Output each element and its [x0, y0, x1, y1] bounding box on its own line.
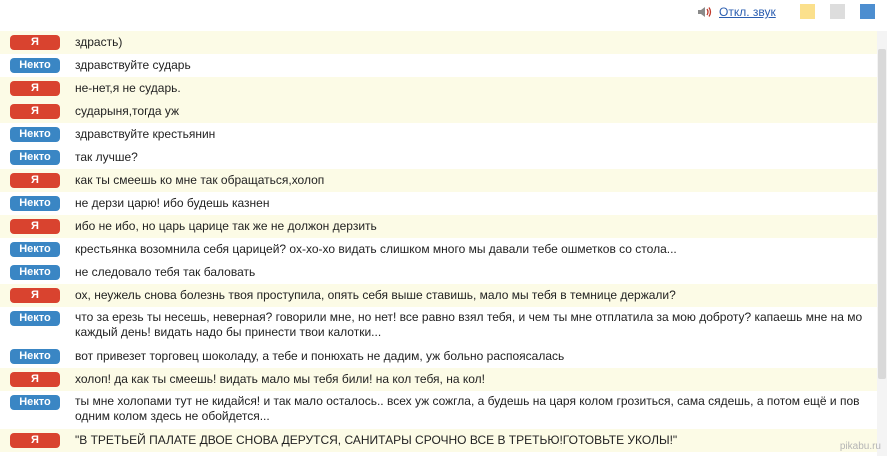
- chat-message: Я "В ТРЕТЬЕЙ ПАЛАТЕ ДВОЕ СНОВА ДЕРУТСЯ, С…: [0, 429, 877, 452]
- message-text: вот привезет торговец шоколаду, а тебе и…: [75, 349, 565, 363]
- sender-badge-me: Я: [10, 35, 60, 50]
- chat-message: Некто что за ерезь ты несешь, неверная? г…: [0, 307, 877, 345]
- sender-badge-me: Я: [10, 104, 60, 119]
- message-text: не следовало тебя так баловать: [75, 265, 256, 279]
- chat-message: Яхолоп! да как ты смеешь! видать мало мы…: [0, 368, 877, 391]
- chat-message: Некто вот привезет торговец шоколаду, а т…: [0, 345, 877, 368]
- message-text: холоп! да как ты смеешь! видать мало мы …: [75, 372, 485, 386]
- chat-message: Некто не дерзи царю! ибо будешь казнен: [0, 192, 877, 215]
- message-text: так лучше?: [75, 150, 138, 164]
- scrollbar-thumb[interactable]: [878, 49, 886, 379]
- message-text: сударыня,тогда уж: [75, 104, 180, 118]
- message-text: как ты смеешь ко мне так обращаться,холо…: [75, 173, 325, 187]
- sender-badge-stranger: Некто: [10, 150, 60, 165]
- sender-badge-stranger: Некто: [10, 127, 60, 142]
- theme-blue-button[interactable]: [860, 4, 875, 19]
- chat-scrollbar[interactable]: [877, 31, 887, 456]
- message-text: ибо не ибо, но царь царице так же не дол…: [75, 219, 377, 233]
- message-text: здравствуйте сударь: [75, 58, 191, 72]
- message-text: здрасть): [75, 35, 123, 49]
- theme-yellow-button[interactable]: [800, 4, 815, 19]
- sound-toggle[interactable]: Откл. звук: [697, 5, 776, 19]
- sender-badge-me: Я: [10, 173, 60, 188]
- chat-message: Некто так лучше?: [0, 146, 877, 169]
- speaker-icon: [698, 7, 712, 17]
- sender-badge-me: Я: [10, 219, 60, 234]
- message-text: ох, неужель снова болезнь твоя проступил…: [75, 288, 676, 302]
- chat-message: Яибо не ибо, но царь царице так же не до…: [0, 215, 877, 238]
- chat-message: Некто здравствуйте сударь: [0, 54, 877, 77]
- sender-badge-stranger: Некто: [10, 349, 60, 364]
- chat-message: Яздрасть): [0, 31, 877, 54]
- sender-badge-me: Я: [10, 288, 60, 303]
- message-text: не дерзи царю! ибо будешь казнен: [75, 196, 270, 210]
- message-text: крестьянка возомнила себя царицей? ох-хо…: [75, 242, 677, 256]
- chat-message: Некто крестьянка возомнила себя царицей? …: [0, 238, 877, 261]
- sender-badge-stranger: Некто: [10, 196, 60, 211]
- chat-message: Некто здравствуйте крестьянин: [0, 123, 877, 146]
- top-toolbar: Откл. звук: [0, 0, 887, 30]
- chat-log[interactable]: Яздрасть) Некто здравствуйте сударь Яне-нет…: [0, 31, 877, 456]
- chat-message: Яох, неужель снова болезнь твоя проступи…: [0, 284, 877, 307]
- message-text: не-нет,я не сударь.: [75, 81, 181, 95]
- sender-badge-stranger: Некто: [10, 58, 60, 73]
- sender-badge-me: Я: [10, 81, 60, 96]
- sender-badge-stranger: Некто: [10, 311, 60, 326]
- chat-message: Яне-нет,я не сударь.: [0, 77, 877, 100]
- message-text: здравствуйте крестьянин: [75, 127, 216, 141]
- sender-badge-me: Я: [10, 372, 60, 387]
- mute-sound-link[interactable]: Откл. звук: [719, 5, 776, 19]
- message-text: ты мне холопами тут не кидайся! и так ма…: [75, 394, 860, 423]
- watermark: pikabu.ru: [839, 441, 881, 452]
- theme-gray-button[interactable]: [830, 4, 845, 19]
- chat-message: Ясударыня,тогда уж: [0, 100, 877, 123]
- message-text: что за ерезь ты несешь, неверная? говори…: [75, 310, 863, 339]
- chat-message: Некто ты мне холопами тут не кидайся! и т…: [0, 391, 877, 429]
- sender-badge-stranger: Некто: [10, 265, 60, 280]
- message-text: "В ТРЕТЬЕЙ ПАЛАТЕ ДВОЕ СНОВА ДЕРУТСЯ, СА…: [75, 433, 678, 447]
- sender-badge-me: Я: [10, 433, 60, 448]
- sender-badge-stranger: Некто: [10, 242, 60, 257]
- sender-badge-stranger: Некто: [10, 395, 60, 410]
- chat-message: Некто не следовало тебя так баловать: [0, 261, 877, 284]
- chat-message: Якак ты смеешь ко мне так обращаться,хол…: [0, 169, 877, 192]
